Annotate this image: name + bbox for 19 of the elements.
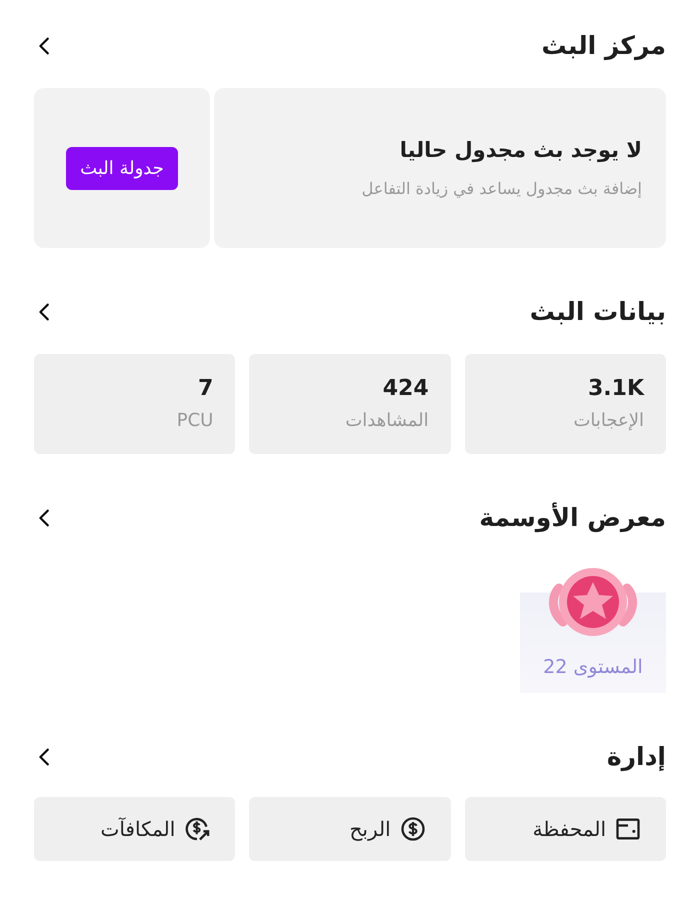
section-title: مركز البث <box>542 30 666 62</box>
dollar-arrow-icon <box>183 815 212 843</box>
manage-button[interactable]: المحفظة <box>464 797 666 861</box>
manage-button[interactable]: المكافآت <box>34 797 236 861</box>
section-title: معرض الأوسمة <box>479 501 666 534</box>
card-subtitle: إضافة بث مجدول يساعد في زيادة التفاعل <box>360 178 642 200</box>
card-title: لا يوجد بث مجدول حاليا <box>398 137 642 164</box>
dollar-icon <box>398 815 427 843</box>
schedule-button[interactable]: جدولة البث <box>66 146 178 190</box>
stat-label: PCU <box>176 409 214 433</box>
badge-label: المستوى 22 <box>543 654 643 680</box>
stat-label: الإعجابات <box>572 409 644 433</box>
stat-value: 3.1K <box>586 375 644 403</box>
stat-label: المشاهدات <box>344 409 429 433</box>
section-title: إدارة <box>606 741 666 774</box>
section-title: بيانات البث <box>530 296 666 328</box>
stat-value: 424 <box>382 375 429 403</box>
manage-button[interactable]: الربح <box>249 797 451 861</box>
stat-value: 7 <box>197 375 214 403</box>
